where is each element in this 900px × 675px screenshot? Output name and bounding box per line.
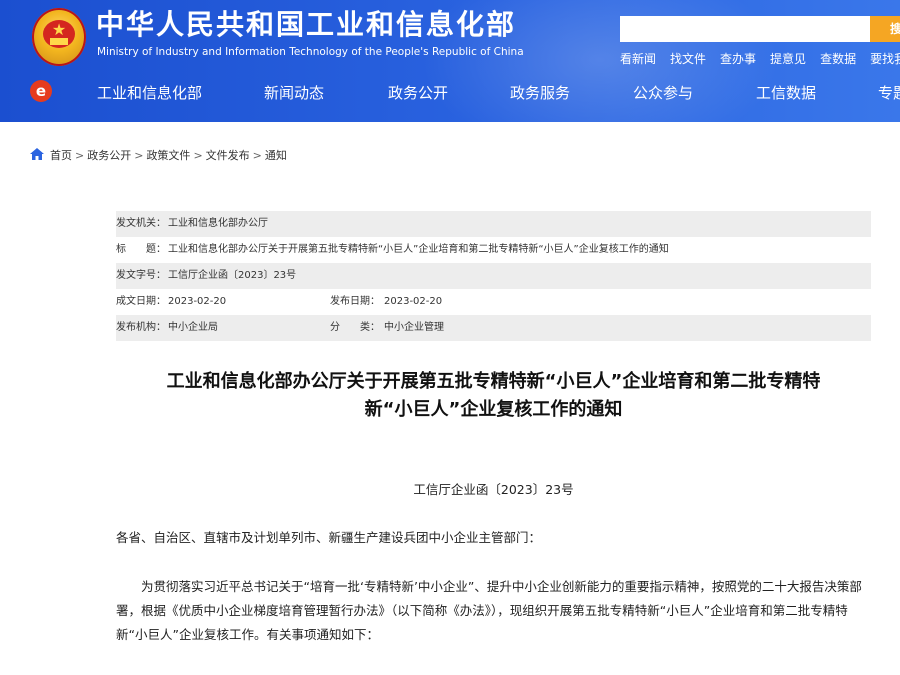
meta-row-dates: 成文日期： 2023-02-20 发布日期： 2023-02-20 bbox=[116, 289, 871, 315]
nav-item-news[interactable]: 新闻动态 bbox=[264, 82, 324, 104]
nav-item-data[interactable]: 工信数据 bbox=[756, 82, 816, 104]
breadcrumb-notice[interactable]: 通知 bbox=[265, 149, 287, 162]
meta-label-doc-no: 发文字号： bbox=[116, 270, 166, 281]
breadcrumb-doc-release[interactable]: 文件发布 bbox=[206, 149, 250, 162]
home-icon bbox=[30, 148, 44, 160]
article-doc-number: 工信厅企业函〔2023〕23号 bbox=[413, 482, 574, 497]
search-input[interactable] bbox=[620, 16, 870, 42]
breadcrumb-separator: > bbox=[193, 149, 203, 162]
site-header: ★ 中华人民共和国工业和信息化部 Ministry of Industry an… bbox=[0, 0, 900, 122]
document-meta-table: 发文机关： 工业和信息化部办公厅 标 题： 工业和信息化部办公厅关于开展第五批专… bbox=[116, 211, 871, 341]
quick-link-services[interactable]: 查办事 bbox=[720, 52, 756, 66]
breadcrumb: 首页 > 政务公开 > 政策文件 > 文件发布 > 通知 bbox=[30, 148, 287, 164]
meta-label-created: 成文日期： bbox=[116, 296, 166, 307]
meta-value-category: 中小企业管理 bbox=[384, 322, 444, 333]
nav-item-gov-services[interactable]: 政务服务 bbox=[510, 82, 570, 104]
site-subtitle: Ministry of Industry and Information Tec… bbox=[97, 46, 524, 58]
breadcrumb-separator: > bbox=[252, 149, 262, 162]
site-title[interactable]: 中华人民共和国工业和信息化部 bbox=[96, 8, 516, 42]
meta-row-issuer: 发文机关： 工业和信息化部办公厅 bbox=[116, 211, 871, 237]
emblem-star-icon: ★ bbox=[51, 20, 67, 39]
meta-row-agency: 发布机构： 中小企业局 分 类： 中小企业管理 bbox=[116, 315, 871, 341]
nav-item-ministry[interactable]: 工业和信息化部 bbox=[97, 82, 202, 104]
meta-value-created: 2023-02-20 bbox=[168, 296, 227, 307]
article-title-line-2: 新“小巨人”企业复核工作的通知 bbox=[364, 399, 623, 420]
meta-label-agency: 发布机构： bbox=[116, 322, 166, 333]
meta-value-published: 2023-02-20 bbox=[384, 296, 443, 307]
quick-link-contact[interactable]: 要找我 bbox=[870, 52, 900, 66]
meta-value-agency: 中小企业局 bbox=[168, 322, 218, 333]
meta-label-published: 发布日期： bbox=[330, 296, 380, 307]
meta-row-doc-no: 发文字号： 工信厅企业函〔2023〕23号 bbox=[116, 263, 871, 289]
breadcrumb-home[interactable]: 首页 bbox=[50, 149, 72, 162]
nav-logo-icon[interactable]: e bbox=[30, 80, 52, 102]
quick-link-news[interactable]: 看新闻 bbox=[620, 52, 656, 66]
meta-label-issuer: 发文机关： bbox=[116, 218, 166, 229]
breadcrumb-separator: > bbox=[75, 149, 85, 162]
meta-value-doc-no: 工信厅企业函〔2023〕23号 bbox=[168, 270, 297, 281]
breadcrumb-policy-docs[interactable]: 政策文件 bbox=[146, 149, 190, 162]
breadcrumb-gov-affairs[interactable]: 政务公开 bbox=[87, 149, 131, 162]
article-title: 工业和信息化部办公厅关于开展第五批专精特新“小巨人”企业培育和第二批专精特 新“… bbox=[116, 368, 871, 424]
breadcrumb-separator: > bbox=[134, 149, 144, 162]
article-paragraph: 为贯彻落实习近平总书记关于“培育一批‘专精特新’中小企业”、提升中小企业创新能力… bbox=[116, 579, 862, 642]
meta-row-title: 标 题： 工业和信息化部办公厅关于开展第五批专精特新“小巨人”企业培育和第二批专… bbox=[116, 237, 871, 263]
article-title-line-1: 工业和信息化部办公厅关于开展第五批专精特新“小巨人”企业培育和第二批专精特 bbox=[166, 371, 821, 392]
nav-item-topics[interactable]: 专题 bbox=[878, 82, 900, 104]
nav-item-public-participation[interactable]: 公众参与 bbox=[633, 82, 693, 104]
quick-link-feedback[interactable]: 提意见 bbox=[770, 52, 806, 66]
search-button[interactable]: 搜索 bbox=[870, 16, 900, 42]
quick-link-data[interactable]: 查数据 bbox=[820, 52, 856, 66]
quick-link-documents[interactable]: 找文件 bbox=[670, 52, 706, 66]
meta-label-title: 标 题： bbox=[116, 244, 166, 255]
main-nav: e 工业和信息化部 新闻动态 政务公开 政务服务 公众参与 工信数据 专题 bbox=[0, 76, 900, 112]
quick-links: 看新闻找文件查办事提意见查数据要找我 bbox=[620, 48, 900, 68]
national-emblem-logo[interactable]: ★ bbox=[32, 8, 86, 66]
meta-label-category: 分 类： bbox=[330, 322, 380, 333]
nav-item-gov-affairs[interactable]: 政务公开 bbox=[388, 82, 448, 104]
article-salutation: 各省、自治区、直辖市及计划单列市、新疆生产建设兵团中小企业主管部门： bbox=[116, 530, 542, 545]
meta-value-issuer: 工业和信息化部办公厅 bbox=[168, 218, 268, 229]
meta-value-title: 工业和信息化部办公厅关于开展第五批专精特新“小巨人”企业培育和第二批专精特新“小… bbox=[168, 244, 669, 255]
emblem-gate bbox=[50, 38, 68, 45]
